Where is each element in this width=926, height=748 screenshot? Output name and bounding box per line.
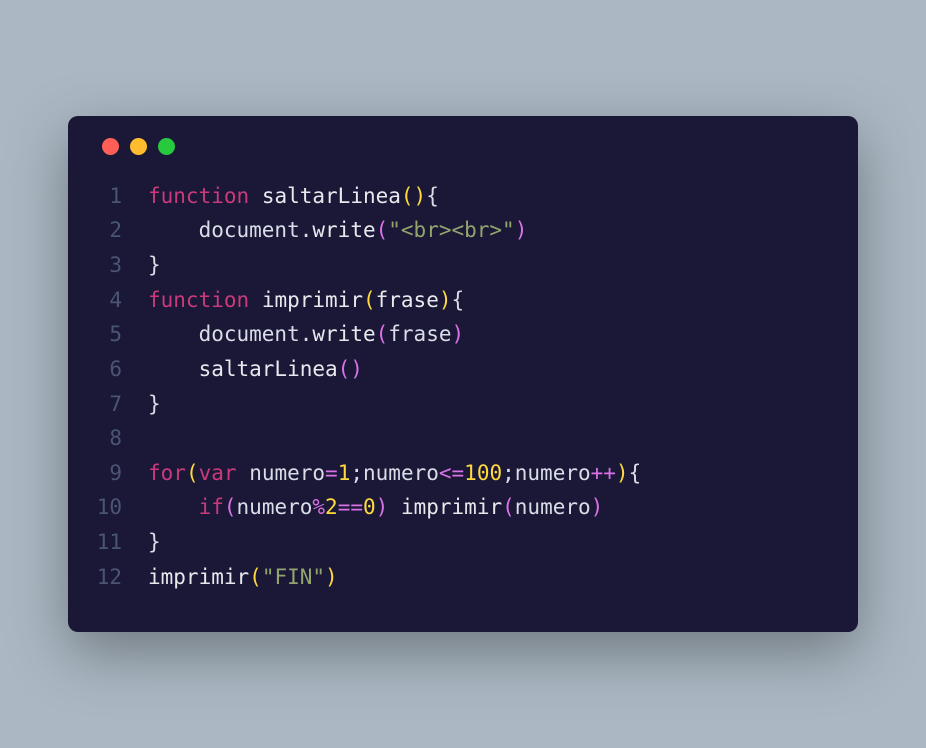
- code-content: }: [148, 387, 161, 422]
- code-line[interactable]: 11}: [96, 525, 830, 560]
- close-icon[interactable]: [102, 138, 119, 155]
- code-content: }: [148, 248, 161, 283]
- line-number: 2: [96, 213, 148, 248]
- code-content: document.write("<br><br>"): [148, 213, 527, 248]
- code-line[interactable]: 5 document.write(frase): [96, 317, 830, 352]
- code-content: function imprimir(frase){: [148, 283, 464, 318]
- code-content: document.write(frase): [148, 317, 464, 352]
- line-number: 10: [96, 490, 148, 525]
- code-line[interactable]: 10 if(numero%2==0) imprimir(numero): [96, 490, 830, 525]
- line-number: 4: [96, 283, 148, 318]
- line-number: 1: [96, 179, 148, 214]
- code-editor[interactable]: 1function saltarLinea(){2 document.write…: [96, 179, 830, 595]
- code-line[interactable]: 12imprimir("FIN"): [96, 560, 830, 595]
- code-line[interactable]: 3}: [96, 248, 830, 283]
- code-content: saltarLinea(): [148, 352, 363, 387]
- code-line[interactable]: 1function saltarLinea(){: [96, 179, 830, 214]
- minimize-icon[interactable]: [130, 138, 147, 155]
- code-content: for(var numero=1;numero<=100;numero++){: [148, 456, 641, 491]
- line-number: 5: [96, 317, 148, 352]
- code-line[interactable]: 8: [96, 421, 830, 456]
- line-number: 9: [96, 456, 148, 491]
- line-number: 6: [96, 352, 148, 387]
- code-line[interactable]: 4function imprimir(frase){: [96, 283, 830, 318]
- line-number: 3: [96, 248, 148, 283]
- titlebar: [96, 138, 830, 155]
- code-line[interactable]: 9for(var numero=1;numero<=100;numero++){: [96, 456, 830, 491]
- line-number: 11: [96, 525, 148, 560]
- code-line[interactable]: 6 saltarLinea(): [96, 352, 830, 387]
- code-content: imprimir("FIN"): [148, 560, 338, 595]
- maximize-icon[interactable]: [158, 138, 175, 155]
- code-content: if(numero%2==0) imprimir(numero): [148, 490, 603, 525]
- code-content: }: [148, 525, 161, 560]
- line-number: 7: [96, 387, 148, 422]
- code-line[interactable]: 7}: [96, 387, 830, 422]
- line-number: 12: [96, 560, 148, 595]
- code-window: 1function saltarLinea(){2 document.write…: [68, 116, 858, 633]
- code-line[interactable]: 2 document.write("<br><br>"): [96, 213, 830, 248]
- code-content: function saltarLinea(){: [148, 179, 439, 214]
- line-number: 8: [96, 421, 148, 456]
